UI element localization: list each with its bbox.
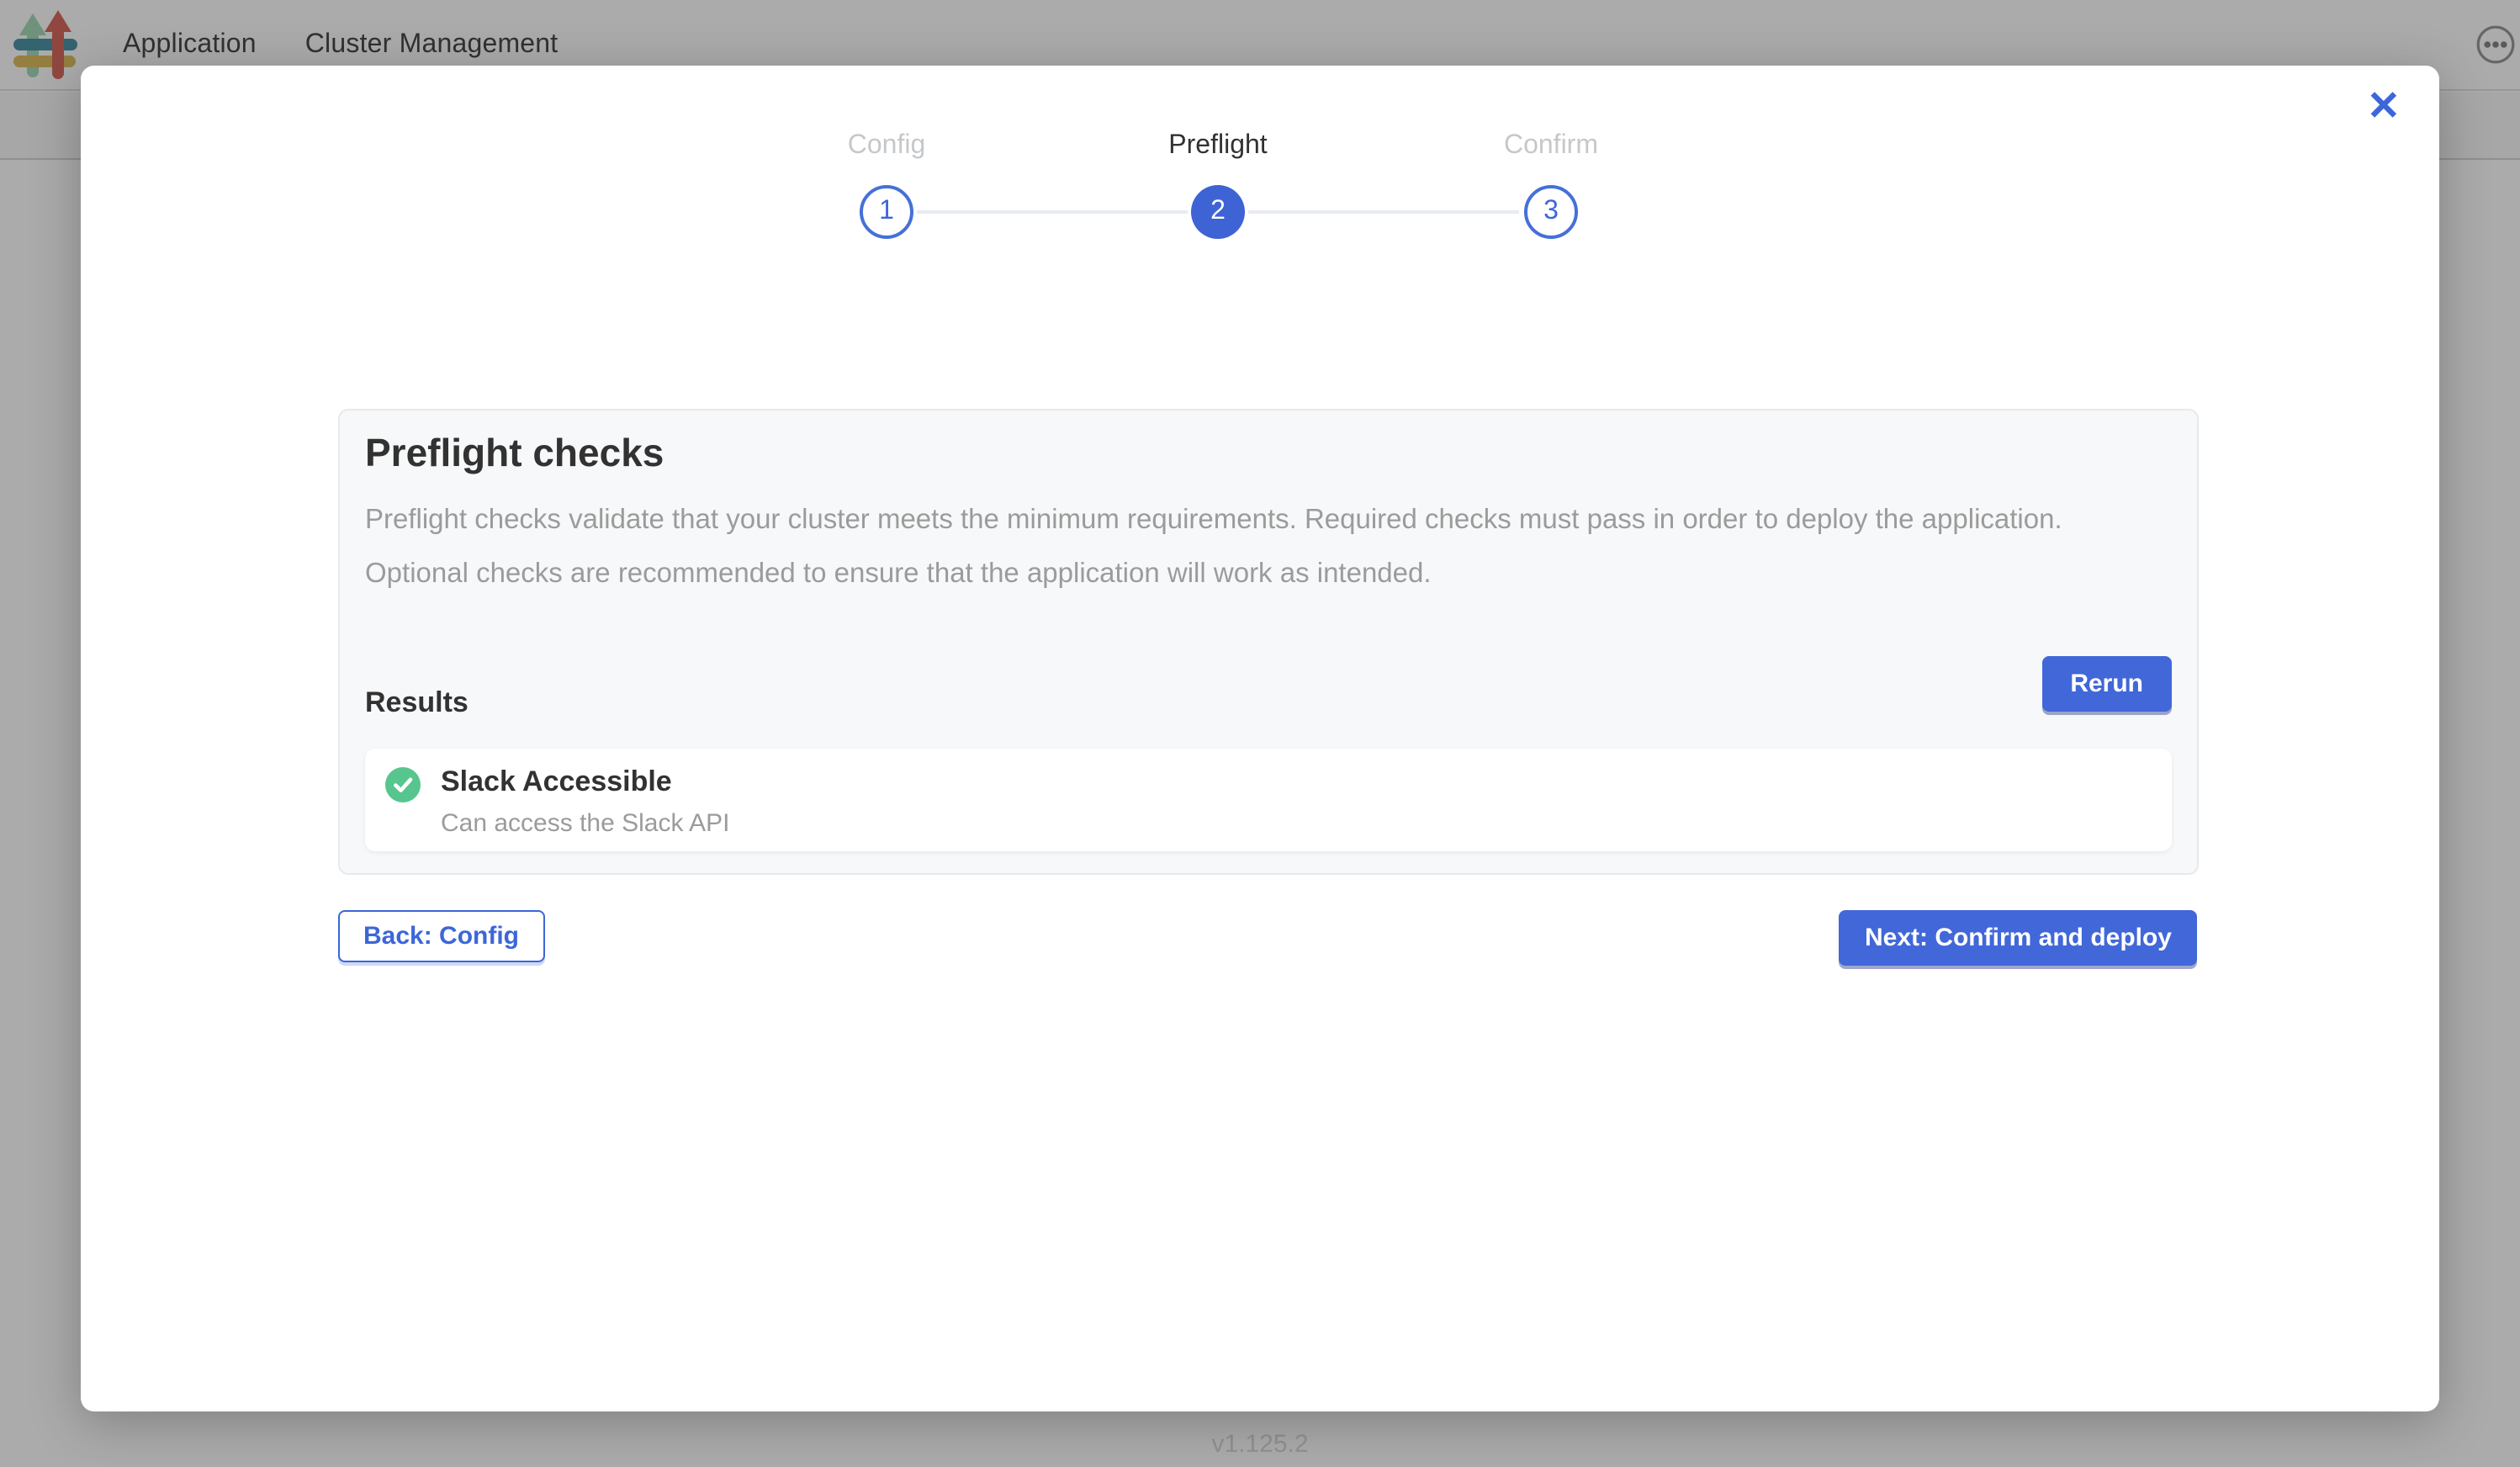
preflight-panel: Preflight checks Preflight checks valida… [338, 409, 2199, 875]
result-title: Slack Accessible [441, 764, 730, 801]
step-confirm: Confirm 3 [1416, 130, 1686, 239]
panel-title: Preflight checks [365, 431, 664, 476]
close-icon[interactable]: ✕ [2367, 87, 2401, 128]
step-config: Config 1 [752, 130, 1021, 239]
step-label: Preflight [1083, 130, 1353, 163]
step-number-badge: 1 [860, 185, 913, 239]
next-confirm-deploy-button[interactable]: Next: Confirm and deploy [1840, 910, 2197, 966]
step-number-badge: 2 [1191, 185, 1245, 239]
check-circle-icon [385, 767, 421, 802]
panel-description: Preflight checks validate that your clus… [365, 495, 2064, 601]
deploy-wizard-modal: ✕ Config 1 Preflight 2 Confirm 3 Preflig… [81, 66, 2439, 1411]
result-message: Can access the Slack API [441, 809, 730, 838]
wizard-footer: Back: Config Next: Confirm and deploy [338, 910, 2197, 966]
back-config-button[interactable]: Back: Config [338, 910, 544, 962]
screen: Application Cluster Management v1.125.2 … [0, 0, 2520, 1467]
step-label: Config [752, 130, 1021, 163]
step-label: Confirm [1416, 130, 1686, 163]
results-heading: Results [365, 686, 469, 720]
preflight-result-row: Slack Accessible Can access the Slack AP… [365, 749, 2172, 851]
step-number-badge: 3 [1524, 185, 1578, 239]
step-preflight: Preflight 2 [1083, 130, 1353, 239]
rerun-button[interactable]: Rerun [2041, 656, 2172, 712]
result-text: Slack Accessible Can access the Slack AP… [441, 764, 730, 838]
